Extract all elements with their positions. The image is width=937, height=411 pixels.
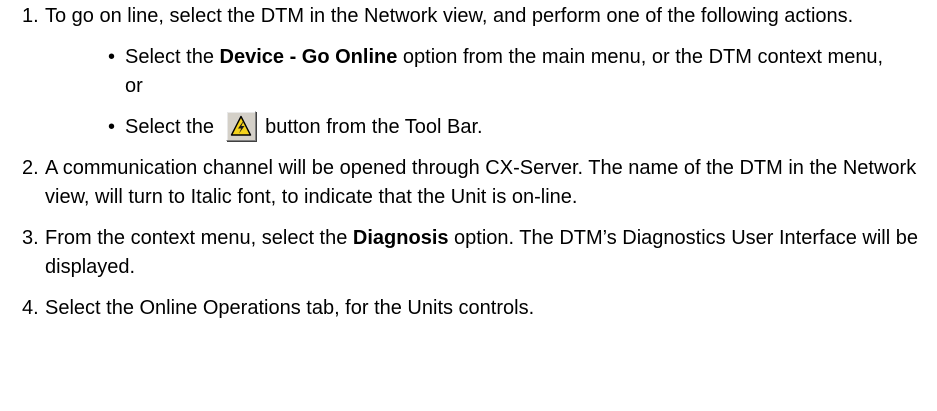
menu-option-device-go-online: Device - Go Online <box>219 46 398 68</box>
step-text: A communication channel will be opened t… <box>45 157 917 208</box>
step-2: 2. A communication channel will be opene… <box>0 154 937 212</box>
step-text: Select the Online Operations tab, for th… <box>45 297 535 319</box>
menu-option-diagnosis: Diagnosis <box>352 227 449 249</box>
bullet-text-prefix: Select the <box>125 46 220 68</box>
step-1: 1. To go on line, select the DTM in the … <box>0 2 937 142</box>
lightning-warning-icon <box>230 115 251 136</box>
bullet-device-go-online: • Select the Device - Go Online option f… <box>45 43 925 101</box>
step-number: 3. <box>22 227 39 249</box>
bullet-symbol: • <box>108 116 116 138</box>
step-number: 2. <box>22 157 39 179</box>
bullet-text-prefix: Select the <box>125 116 220 138</box>
step-number: 1. <box>22 5 39 27</box>
bullet-text-suffix: button from the Tool Bar. <box>259 116 483 138</box>
go-online-toolbar-button <box>225 110 256 141</box>
bullet-symbol: • <box>108 46 116 68</box>
bullet-toolbar-button: • Select the button from the Tool Bar. <box>45 110 925 142</box>
step-text: To go on line, select the DTM in the Net… <box>45 5 854 27</box>
step-4: 4. Select the Online Operations tab, for… <box>0 294 937 323</box>
step-3: 3. From the context menu, select the Dia… <box>0 224 937 282</box>
step-number: 4. <box>22 297 39 319</box>
document-page: 1. To go on line, select the DTM in the … <box>0 0 937 411</box>
step-text-prefix: From the context menu, select the <box>45 227 353 249</box>
